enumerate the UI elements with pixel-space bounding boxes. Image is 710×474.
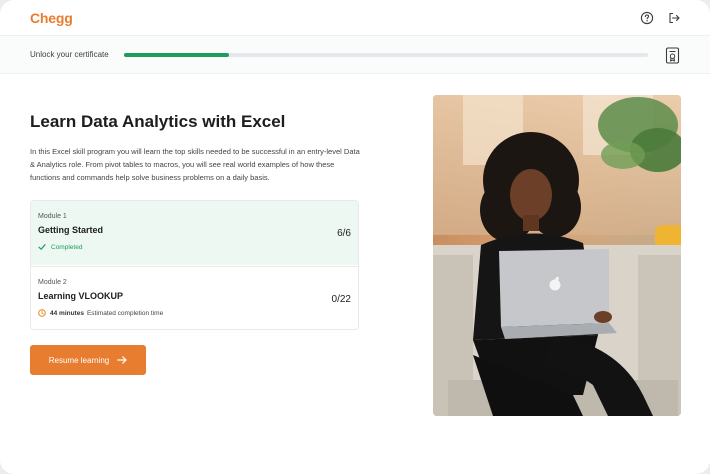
- help-circle-icon[interactable]: [640, 11, 654, 25]
- course-title: Learn Data Analytics with Excel: [30, 112, 286, 131]
- progress-fill: [124, 53, 229, 57]
- course-description: In this Excel skill program you will lea…: [30, 147, 360, 182]
- app-window: Chegg Unlock your certificate Learn Data…: [0, 0, 710, 474]
- arrow-right-icon: [117, 356, 127, 364]
- check-icon: [38, 244, 46, 250]
- module-title: Learning VLOOKUP: [38, 291, 124, 301]
- top-bar: Chegg: [0, 0, 710, 36]
- module-status-label: Completed: [51, 243, 83, 251]
- module-progress-count: 0/22: [331, 294, 351, 305]
- progress-label: Unlock your certificate: [30, 50, 109, 59]
- logout-icon[interactable]: [667, 11, 681, 25]
- certificate-progress: Unlock your certificate: [0, 36, 710, 74]
- module-number: Module 2: [38, 279, 67, 286]
- resume-learning-button[interactable]: Resume learning: [30, 345, 146, 375]
- module-status: Completed: [38, 243, 82, 251]
- module-number: Module 1: [38, 213, 67, 220]
- module-item-getting-started[interactable]: Module 1 Getting Started 6/6 Completed: [31, 201, 358, 265]
- module-estimated-time: 44 minutes Estimated completion time: [38, 309, 163, 317]
- certificate-icon[interactable]: [665, 47, 680, 64]
- module-list: Module 1 Getting Started 6/6 Completed M…: [30, 200, 359, 330]
- module-time-label: Estimated completion time: [86, 309, 164, 317]
- module-time-value: 44 minutes: [50, 309, 84, 317]
- module-progress-count: 6/6: [337, 228, 351, 239]
- module-title: Getting Started: [38, 225, 104, 235]
- resume-learning-label: Resume learning: [48, 355, 110, 365]
- chegg-logo[interactable]: Chegg: [30, 10, 73, 26]
- woman-with-laptop-photo: [433, 95, 681, 416]
- clock-icon: [38, 309, 46, 317]
- progress-track: [124, 53, 648, 57]
- module-item-learning-vlookup[interactable]: Module 2 Learning VLOOKUP 0/22 44 minute…: [31, 266, 358, 329]
